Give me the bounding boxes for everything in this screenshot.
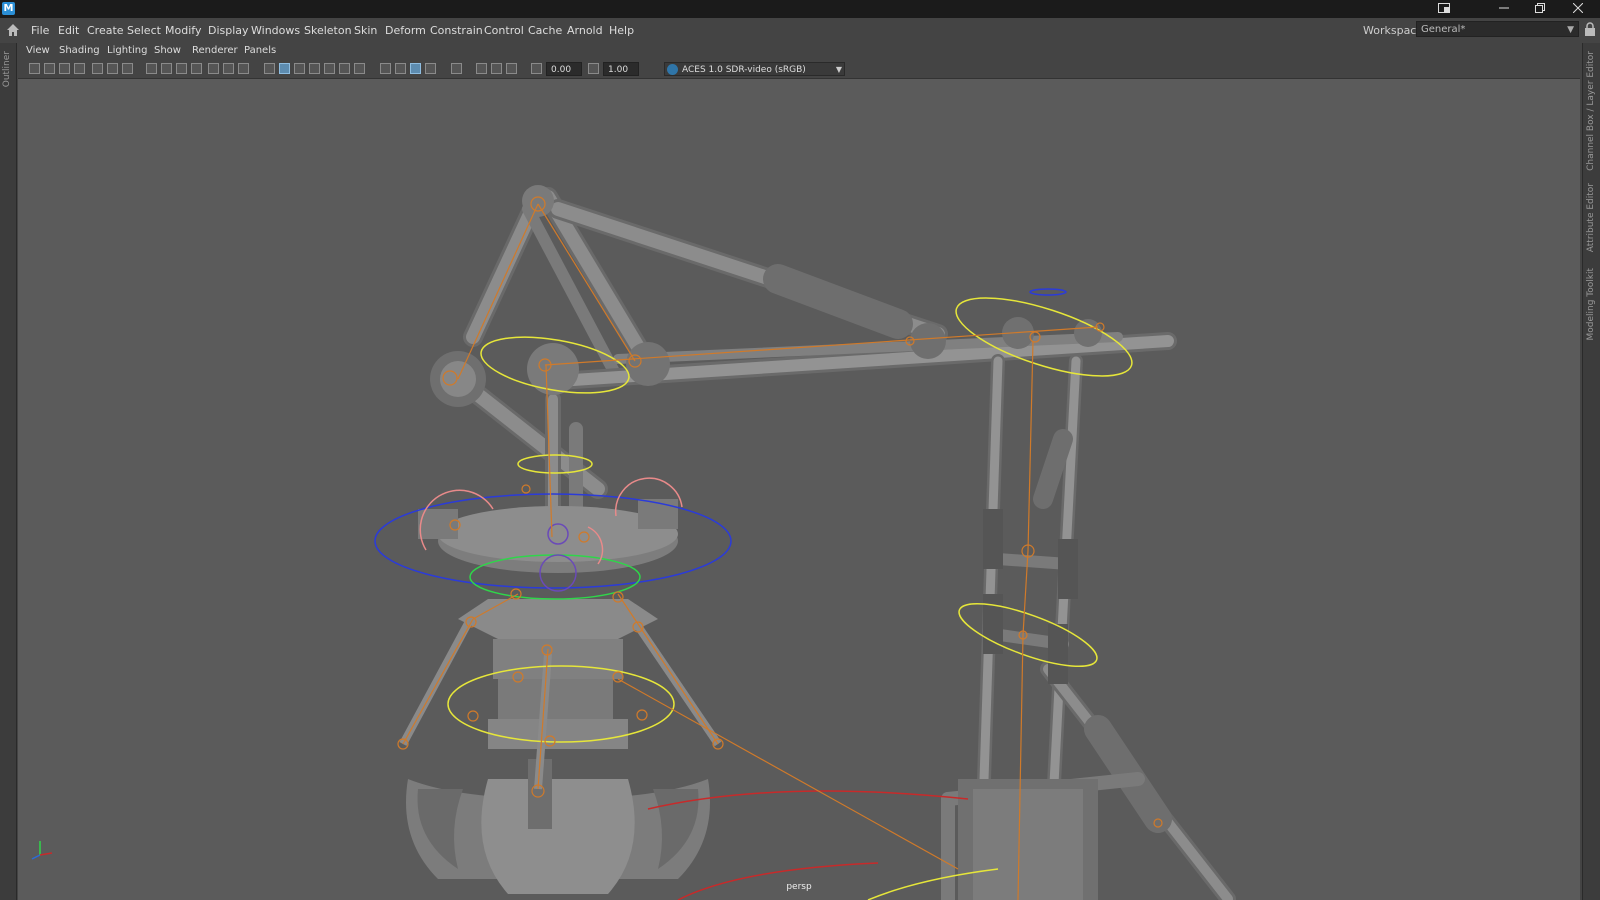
outliner-tab-strip: Outliner	[0, 43, 17, 900]
gamma-icon[interactable]	[588, 63, 599, 74]
menu-create[interactable]: Create	[87, 24, 124, 37]
isolate-select-icon[interactable]	[451, 63, 462, 74]
wireframe-icon[interactable]	[264, 63, 275, 74]
panel-menu-show[interactable]: Show	[154, 45, 181, 56]
xray-icon[interactable]	[476, 63, 487, 74]
depth-of-field-icon[interactable]	[425, 63, 436, 74]
panel-menu-lighting[interactable]: Lighting	[107, 45, 147, 56]
safe-title-icon[interactable]	[238, 63, 249, 74]
smooth-shade-icon[interactable]	[279, 63, 290, 74]
home-icon[interactable]	[6, 23, 20, 37]
menu-skin[interactable]: Skin	[354, 24, 377, 37]
menu-file[interactable]: File	[31, 24, 49, 37]
motion-blur-icon[interactable]	[395, 63, 406, 74]
safe-action-icon[interactable]	[223, 63, 234, 74]
right-tab-strip: Channel Box / Layer Editor Attribute Edi…	[1582, 43, 1600, 900]
workspace-value: General*	[1421, 24, 1466, 35]
menu-display[interactable]: Display	[208, 24, 249, 37]
resolution-gate-icon[interactable]	[176, 63, 187, 74]
menu-cache[interactable]: Cache	[528, 24, 562, 37]
camera-transform-icon[interactable]	[122, 63, 133, 74]
wireframe-on-shaded-icon[interactable]	[309, 63, 320, 74]
textured-icon[interactable]	[324, 63, 335, 74]
menu-constrain[interactable]: Constrain	[430, 24, 483, 37]
menu-arnold[interactable]: Arnold	[567, 24, 603, 37]
channel-box-tab[interactable]: Channel Box / Layer Editor	[1586, 51, 1596, 171]
menu-select[interactable]: Select	[127, 24, 161, 37]
axis-indicator	[31, 841, 53, 860]
panel-menu-renderer[interactable]: Renderer	[192, 45, 238, 56]
view-transform-value: ACES 1.0 SDR-video (sRGB)	[682, 65, 806, 75]
view-transform-dropdown[interactable]: ACES 1.0 SDR-video (sRGB) ▼	[664, 62, 845, 76]
panel-menu-bar: View Shading Lighting Show Renderer Pane…	[18, 43, 1580, 60]
exposure-icon[interactable]	[531, 63, 542, 74]
menu-windows[interactable]: Windows	[251, 24, 300, 37]
dropdown-arrow-icon: ▼	[1567, 25, 1574, 35]
select-camera-icon[interactable]	[29, 63, 40, 74]
grease-pencil-icon[interactable]	[92, 63, 103, 74]
panel-menu-panels[interactable]: Panels	[244, 45, 276, 56]
dropdown-arrow-icon: ▼	[835, 65, 842, 74]
film-gate-icon[interactable]	[161, 63, 172, 74]
gate-mask-icon[interactable]	[191, 63, 202, 74]
viewport-persp[interactable]: persp	[18, 79, 1580, 900]
close-icon[interactable]	[1560, 0, 1596, 18]
menu-help[interactable]: Help	[609, 24, 634, 37]
exposure-field[interactable]: 0.00	[546, 62, 582, 76]
grid-icon[interactable]	[146, 63, 157, 74]
title-bar: M	[0, 0, 1600, 18]
shadows-icon[interactable]	[354, 63, 365, 74]
maya-logo-icon: M	[2, 2, 15, 15]
viewport-scene	[31, 185, 1236, 900]
menu-skeleton[interactable]: Skeleton	[304, 24, 352, 37]
menu-control[interactable]: Control	[484, 24, 524, 37]
maximize-icon[interactable]	[1522, 0, 1558, 18]
default-material-icon[interactable]	[294, 63, 305, 74]
minimize-icon[interactable]	[1486, 0, 1522, 18]
panel-menu-shading[interactable]: Shading	[59, 45, 100, 56]
2d-pan-zoom-icon[interactable]	[107, 63, 118, 74]
workspace-dropdown[interactable]: General* ▼	[1416, 21, 1579, 37]
screen-space-ao-icon[interactable]	[380, 63, 391, 74]
xray-joints-icon[interactable]	[506, 63, 517, 74]
lock-icon[interactable]	[1584, 22, 1596, 36]
use-all-lights-icon[interactable]	[339, 63, 350, 74]
gamma-field[interactable]: 1.00	[603, 62, 639, 76]
menu-deform[interactable]: Deform	[385, 24, 426, 37]
image-plane-icon[interactable]	[74, 63, 85, 74]
camera-attributes-icon[interactable]	[44, 63, 55, 74]
field-chart-icon[interactable]	[208, 63, 219, 74]
bookmarks-icon[interactable]	[59, 63, 70, 74]
attribute-editor-tab[interactable]: Attribute Editor	[1586, 183, 1596, 252]
panel-menu-view[interactable]: View	[26, 45, 50, 56]
modeling-toolkit-tab[interactable]: Modeling Toolkit	[1586, 268, 1596, 341]
menu-modify[interactable]: Modify	[165, 24, 201, 37]
restore-icon[interactable]	[1426, 0, 1462, 18]
outliner-tab[interactable]: Outliner	[2, 51, 12, 87]
panel-toolbar: 0.00 1.00 ACES 1.0 SDR-video (sRGB) ▼	[18, 60, 1580, 79]
camera-name-label: persp	[786, 882, 812, 892]
menu-edit[interactable]: Edit	[58, 24, 79, 37]
color-management-icon[interactable]	[667, 64, 678, 75]
anti-aliasing-icon[interactable]	[410, 63, 421, 74]
main-menu-bar: File Edit Create Select Modify Display W…	[0, 18, 1600, 43]
xray-active-components-icon[interactable]	[491, 63, 502, 74]
